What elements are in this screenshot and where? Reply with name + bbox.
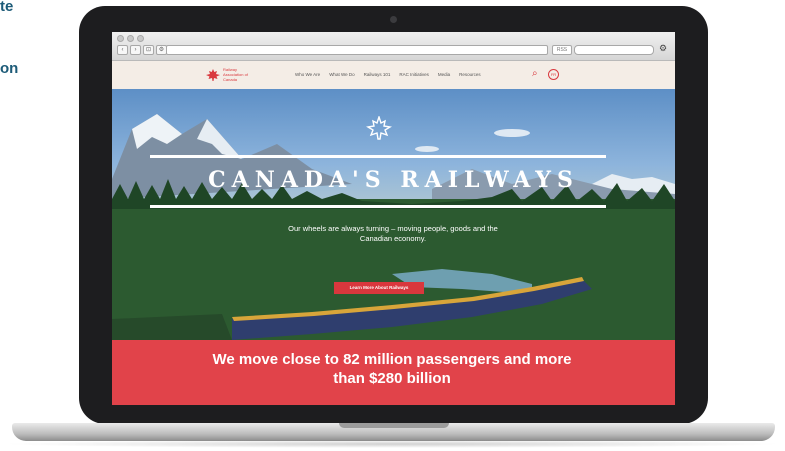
side-text-line-1: te xyxy=(0,0,14,15)
headline-bottom-rule xyxy=(150,205,606,208)
menu-item-resources[interactable]: Resources xyxy=(459,72,481,77)
menu-item-rac-initiatives[interactable]: RAC Initiatives xyxy=(399,72,429,77)
zoom-window-button[interactable] xyxy=(137,35,144,42)
laptop-frame: ‹ › ⊡ ⚙ + RSS ⚙ Railway Association of C… xyxy=(79,6,708,424)
minimize-window-button[interactable] xyxy=(127,35,134,42)
stats-banner: We move close to 82 million passengers a… xyxy=(112,340,675,405)
stats-text: We move close to 82 million passengers a… xyxy=(212,351,572,387)
hero-headline: CANADA'S RAILWAYS xyxy=(208,167,579,193)
menu-item-who-we-are[interactable]: Who We Are xyxy=(295,72,320,77)
laptop-base xyxy=(12,423,775,441)
maple-leaf-logo-icon xyxy=(206,68,220,81)
learn-more-button[interactable]: Learn More About Railways xyxy=(334,282,424,294)
menu-item-what-we-do[interactable]: What We Do xyxy=(329,72,354,77)
rss-button[interactable]: RSS xyxy=(552,45,572,55)
laptop-shadow xyxy=(0,440,785,448)
side-text-line-2: on xyxy=(0,60,19,77)
close-window-button[interactable] xyxy=(117,35,124,42)
maple-leaf-icon xyxy=(366,116,392,140)
hero-subtext: Our wheels are always turning – moving p… xyxy=(288,224,498,243)
camera-icon xyxy=(390,16,397,23)
gear-icon[interactable]: ⚙ xyxy=(659,43,667,53)
menu-item-railways-101[interactable]: Railways 101 xyxy=(364,72,391,77)
laptop-screen: ‹ › ⊡ ⚙ + RSS ⚙ Railway Association of C… xyxy=(112,32,675,405)
bookmarks-button[interactable]: ⊡ xyxy=(143,45,154,55)
browser-search-field[interactable] xyxy=(574,45,654,55)
back-button[interactable]: ‹ xyxy=(117,45,128,55)
hero-banner: CANADA'S RAILWAYS Our wheels are always … xyxy=(112,89,675,340)
site-header: Railway Association of Canada Who We Are… xyxy=(112,61,675,89)
logo-text: Railway Association of Canada xyxy=(223,67,248,82)
main-menu: Who We Are What We Do Railways 101 RAC I… xyxy=(295,72,481,77)
magnifier-icon[interactable]: ⌕ xyxy=(532,69,538,79)
window-controls xyxy=(117,35,144,42)
browser-toolbar: ‹ › ⊡ ⚙ + RSS ⚙ xyxy=(112,32,675,61)
forward-button[interactable]: › xyxy=(130,45,141,55)
address-bar[interactable] xyxy=(166,45,548,55)
language-toggle-button[interactable]: FR xyxy=(548,69,559,80)
mountain-landscape-image xyxy=(112,114,675,340)
menu-item-media[interactable]: Media xyxy=(438,72,450,77)
site-logo[interactable]: Railway Association of Canada xyxy=(206,67,255,82)
laptop-notch xyxy=(339,423,449,428)
headline-top-rule xyxy=(150,155,606,158)
